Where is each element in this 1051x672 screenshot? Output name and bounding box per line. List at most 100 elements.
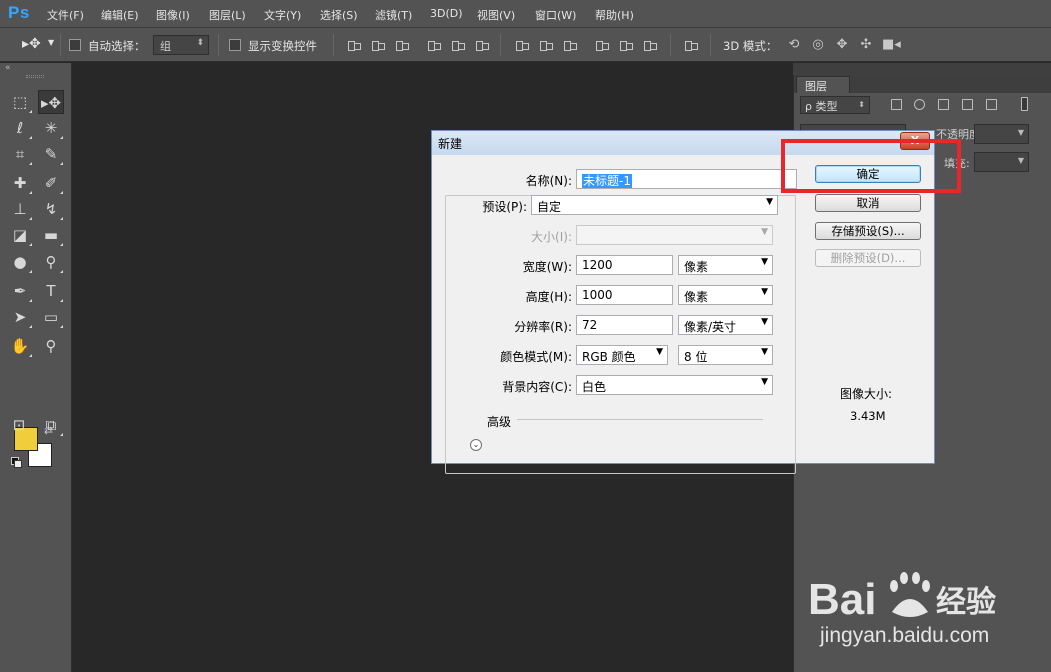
move-tool-icon[interactable]: ▸✥ (38, 90, 64, 114)
fill-input[interactable]: ▼ (974, 152, 1029, 172)
size-select: ▼ (576, 225, 773, 245)
gradient-tool-icon[interactable]: ▬ (38, 223, 64, 247)
advanced-label[interactable]: 高级 (487, 413, 511, 430)
type-tool-icon[interactable]: T (38, 279, 64, 303)
hand-tool-icon[interactable]: ✋ (7, 334, 33, 358)
preset-select-value: 自定 (537, 200, 562, 214)
resolution-unit-select[interactable]: 像素/英寸 ▼ (678, 315, 773, 335)
options-separator (500, 34, 501, 56)
align-left-icon[interactable] (428, 39, 441, 51)
save-preset-button[interactable]: 存储预设(S)... (815, 222, 921, 240)
align-horizontal-center-icon[interactable] (452, 39, 465, 51)
stepper-icon: ⬍ (858, 100, 865, 109)
menu-layer[interactable]: 图层(L) (209, 7, 246, 23)
filter-type-icon[interactable] (938, 99, 949, 110)
align-vertical-center-icon[interactable] (372, 39, 385, 51)
menu-edit[interactable]: 编辑(E) (101, 7, 139, 23)
filter-toggle-icon[interactable] (1021, 97, 1028, 111)
auto-select-target-select[interactable]: 组 ⬍ (153, 35, 209, 55)
filter-shape-icon[interactable] (962, 99, 973, 110)
lasso-tool-icon[interactable]: ℓ (7, 116, 33, 140)
healing-brush-tool-icon[interactable]: ✚ (7, 171, 33, 195)
magic-wand-tool-icon[interactable]: ✳ (38, 116, 64, 140)
chevron-down-icon: ▼ (761, 377, 768, 387)
eraser-tool-icon[interactable]: ◪ (7, 223, 33, 247)
bit-depth-select[interactable]: 8 位 ▼ (678, 345, 773, 365)
height-unit-select[interactable]: 像素 ▼ (678, 285, 773, 305)
options-separator (670, 34, 671, 56)
align-bottom-icon[interactable] (396, 39, 409, 51)
crop-tool-icon[interactable]: ⌗ (7, 142, 33, 166)
move-tool-preset-icon[interactable]: ▸✥ (22, 36, 41, 52)
menu-type[interactable]: 文字(Y) (264, 7, 301, 23)
collapse-panel-icon[interactable]: « (5, 63, 11, 73)
height-input[interactable]: 1000 (576, 285, 673, 305)
menu-view[interactable]: 视图(V) (477, 7, 515, 23)
menu-3d[interactable]: 3D(D) (430, 7, 463, 20)
clone-stamp-tool-icon[interactable]: ⊥ (7, 197, 33, 221)
filter-smart-object-icon[interactable] (986, 99, 997, 110)
advanced-divider (517, 419, 763, 420)
menu-image[interactable]: 图像(I) (156, 7, 190, 23)
width-unit-select[interactable]: 像素 ▼ (678, 255, 773, 275)
chevron-down-icon: ▼ (1017, 156, 1024, 165)
align-top-icon[interactable] (348, 39, 361, 51)
width-input[interactable]: 1200 (576, 255, 673, 275)
width-label: 宽度(W): (522, 260, 572, 274)
auto-select-checkbox[interactable] (69, 39, 81, 51)
distribute-top-icon[interactable] (516, 39, 529, 51)
resolution-unit-value: 像素/英寸 (684, 320, 737, 334)
filter-pixel-icon[interactable] (891, 99, 902, 110)
zoom-tool-icon[interactable]: ⚲ (38, 334, 64, 358)
background-contents-value: 白色 (582, 380, 607, 394)
preset-select[interactable]: 自定 ▼ (531, 195, 778, 215)
filter-adjustment-icon[interactable] (914, 99, 925, 110)
drag-3d-icon[interactable]: ✥ (834, 37, 850, 53)
blur-tool-icon[interactable]: ● (7, 250, 33, 274)
align-right-icon[interactable] (476, 39, 489, 51)
name-label: 名称(N): (525, 174, 572, 188)
default-colors-icon[interactable] (11, 457, 22, 468)
menu-file[interactable]: 文件(F) (47, 7, 84, 23)
menu-select[interactable]: 选择(S) (320, 7, 358, 23)
options-separator (333, 34, 334, 56)
chevron-down-icon: ▼ (761, 347, 768, 357)
dodge-tool-icon[interactable]: ⚲ (38, 250, 64, 274)
menu-window[interactable]: 窗口(W) (535, 7, 576, 23)
menu-help[interactable]: 帮助(H) (595, 7, 634, 23)
color-mode-select[interactable]: RGB 颜色 ▼ (576, 345, 668, 365)
menu-filter[interactable]: 滤镜(T) (375, 7, 412, 23)
chevron-down-icon: ▼ (761, 317, 768, 327)
panel-grip (26, 75, 44, 78)
cancel-button[interactable]: 取消 (815, 194, 921, 212)
distribute-left-icon[interactable] (596, 39, 609, 51)
distribute-horizontal-center-icon[interactable] (620, 39, 633, 51)
name-input[interactable]: 未标题-1 (576, 169, 797, 189)
tab-layers[interactable]: 图层 (796, 76, 850, 93)
auto-align-layers-icon[interactable] (685, 39, 698, 51)
rotate-3d-icon[interactable]: ⟲ (786, 37, 802, 53)
screen-mode-icon[interactable]: ⧉ (38, 413, 64, 437)
color-mode-value: RGB 颜色 (582, 350, 636, 364)
scale-3d-icon[interactable]: ■◂ (882, 37, 901, 53)
background-contents-select[interactable]: 白色 ▼ (576, 375, 773, 395)
eyedropper-tool-icon[interactable]: ✎ (38, 142, 64, 166)
distribute-vertical-center-icon[interactable] (540, 39, 553, 51)
advanced-expand-icon[interactable]: ⌄ (470, 439, 482, 451)
tool-preset-dropdown-icon[interactable]: ▼ (48, 38, 54, 47)
pen-tool-icon[interactable]: ✒ (7, 279, 33, 303)
roll-3d-icon[interactable]: ◎ (810, 37, 826, 53)
layer-filter-select[interactable]: ρ 类型 ⬍ (800, 96, 870, 114)
slide-3d-icon[interactable]: ✣ (858, 37, 874, 53)
path-selection-tool-icon[interactable]: ➤ (7, 305, 33, 329)
quick-mask-icon[interactable]: ⊡ (6, 413, 32, 437)
brush-tool-icon[interactable]: ✐ (38, 171, 64, 195)
resolution-input[interactable]: 72 (576, 315, 673, 335)
history-brush-tool-icon[interactable]: ↯ (38, 197, 64, 221)
rectangle-tool-icon[interactable]: ▭ (38, 305, 64, 329)
marquee-tool-icon[interactable]: ⬚ (7, 90, 33, 114)
opacity-input[interactable]: ▼ (974, 124, 1029, 144)
distribute-bottom-icon[interactable] (564, 39, 577, 51)
show-transform-checkbox[interactable] (229, 39, 241, 51)
distribute-right-icon[interactable] (644, 39, 657, 51)
